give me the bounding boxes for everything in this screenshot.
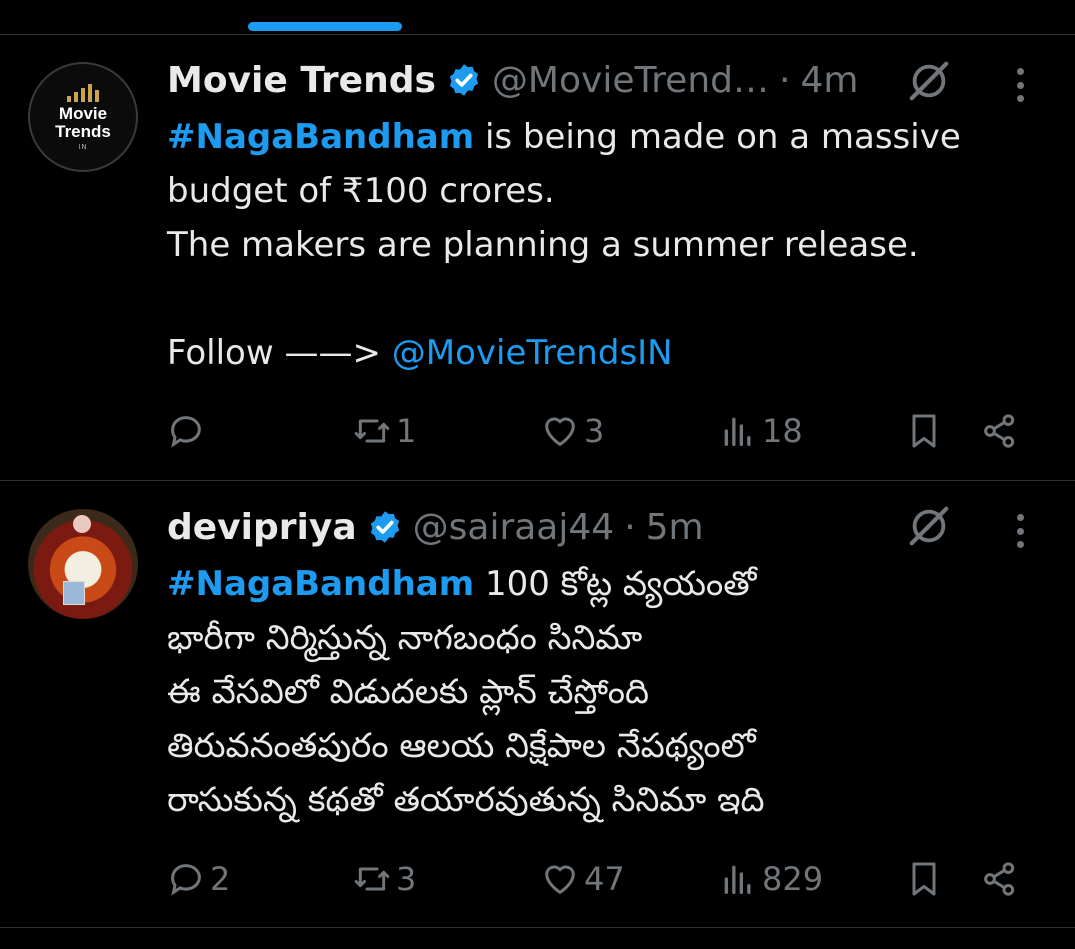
tweet-header: devipriya @sairaaj44 · 5m: [167, 503, 704, 551]
verified-badge-icon: [370, 511, 399, 543]
avatar-text-line: IN: [78, 142, 88, 151]
timestamp[interactable]: 5m: [646, 507, 704, 548]
like-button[interactable]: 47: [540, 859, 625, 899]
avatar-logo-icon: [73, 515, 91, 533]
verified-badge-icon: [449, 64, 479, 96]
hashtag-link[interactable]: #NagaBandham: [167, 564, 474, 604]
more-icon[interactable]: [1014, 514, 1026, 548]
text-segment: 100 కోట్ల వ్యయంతో: [474, 564, 757, 604]
tweet-devipriya[interactable]: devipriya @sairaaj44 · 5m #NagaBandham 1…: [0, 481, 1075, 927]
tweet-header: Movie Trends @MovieTrend… · 4m: [167, 56, 858, 104]
avatar-text-line: Trends: [55, 121, 111, 141]
like-count: 3: [584, 412, 605, 450]
user-handle[interactable]: @MovieTrend…: [492, 60, 769, 101]
text-segment: రాసుకున్న కథతో తయారవుతున్న సినిమా ఇది: [167, 780, 765, 820]
display-name[interactable]: Movie Trends: [167, 60, 436, 101]
reply-button[interactable]: [166, 411, 210, 451]
separator-dot: ·: [624, 506, 636, 548]
text-segment: is being made on a massive: [474, 117, 961, 157]
reply-count: 2: [210, 860, 231, 898]
views-count: 829: [762, 860, 824, 898]
like-count: 47: [584, 860, 625, 898]
views-button[interactable]: 829: [718, 859, 823, 899]
repost-count: 1: [396, 412, 417, 450]
repost-button[interactable]: 1: [352, 411, 416, 451]
reply-button[interactable]: 2: [166, 859, 230, 899]
avatar[interactable]: [28, 509, 138, 619]
tweet-movie-trends[interactable]: Movie Trends IN Movie Trends @MovieTrend…: [0, 34, 1075, 480]
views-button[interactable]: 18: [718, 411, 803, 451]
hashtag-link[interactable]: #NagaBandham: [167, 117, 474, 157]
like-icon: [545, 417, 575, 446]
text-segment: Follow ——>: [167, 333, 392, 373]
grok-icon[interactable]: [906, 58, 952, 104]
display-name[interactable]: devipriya: [167, 507, 357, 548]
text-segment: ఈ వేసవిలో విడుదలకు ప్లాన్ చేస్తోంది: [167, 672, 649, 712]
views-count: 18: [762, 412, 803, 450]
repost-icon: [354, 419, 390, 443]
bookmark-button[interactable]: [904, 411, 944, 451]
user-handle[interactable]: @sairaaj44: [413, 507, 615, 548]
grok-icon[interactable]: [906, 503, 952, 549]
tweet-text: #NagaBandham is being made on a massive …: [167, 110, 1047, 380]
text-segment: తిరువనంతపురం ఆలయ నిక్షేపాల నేపథ్యంలో: [167, 726, 756, 766]
views-icon: [724, 865, 751, 894]
bookmark-icon: [912, 862, 936, 896]
timestamp[interactable]: 4m: [800, 60, 858, 101]
mention-link[interactable]: @MovieTrendsIN: [392, 333, 673, 373]
avatar[interactable]: Movie Trends IN: [28, 62, 138, 172]
share-icon: [984, 414, 1015, 448]
avatar-inset-photo: [63, 581, 85, 605]
share-button[interactable]: [980, 859, 1020, 899]
repost-button[interactable]: 3: [352, 859, 416, 899]
bar-chart-logo-icon: [67, 83, 99, 102]
reply-icon: [171, 416, 201, 448]
separator-dot: ·: [779, 59, 791, 101]
repost-icon: [354, 867, 390, 891]
share-button[interactable]: [980, 411, 1020, 451]
views-icon: [724, 417, 751, 446]
share-icon: [984, 862, 1015, 896]
divider: [0, 927, 1075, 928]
text-segment: The makers are planning a summer release…: [167, 225, 919, 265]
like-icon: [545, 865, 575, 894]
text-segment: budget of ₹100 crores.: [167, 171, 555, 211]
bookmark-button[interactable]: [904, 859, 944, 899]
repost-count: 3: [396, 860, 417, 898]
avatar-text-line: Movie: [58, 103, 108, 123]
tweet-text: #NagaBandham 100 కోట్ల వ్యయంతో భారీగా ని…: [167, 557, 1047, 827]
text-segment: భారీగా నిర్మిస్తున్న నాగబంధం సినిమా: [167, 618, 643, 658]
reply-icon: [171, 864, 201, 896]
active-tab-indicator: [248, 22, 402, 31]
more-icon[interactable]: [1014, 68, 1026, 102]
like-button[interactable]: 3: [540, 411, 604, 451]
bookmark-icon: [912, 414, 936, 448]
